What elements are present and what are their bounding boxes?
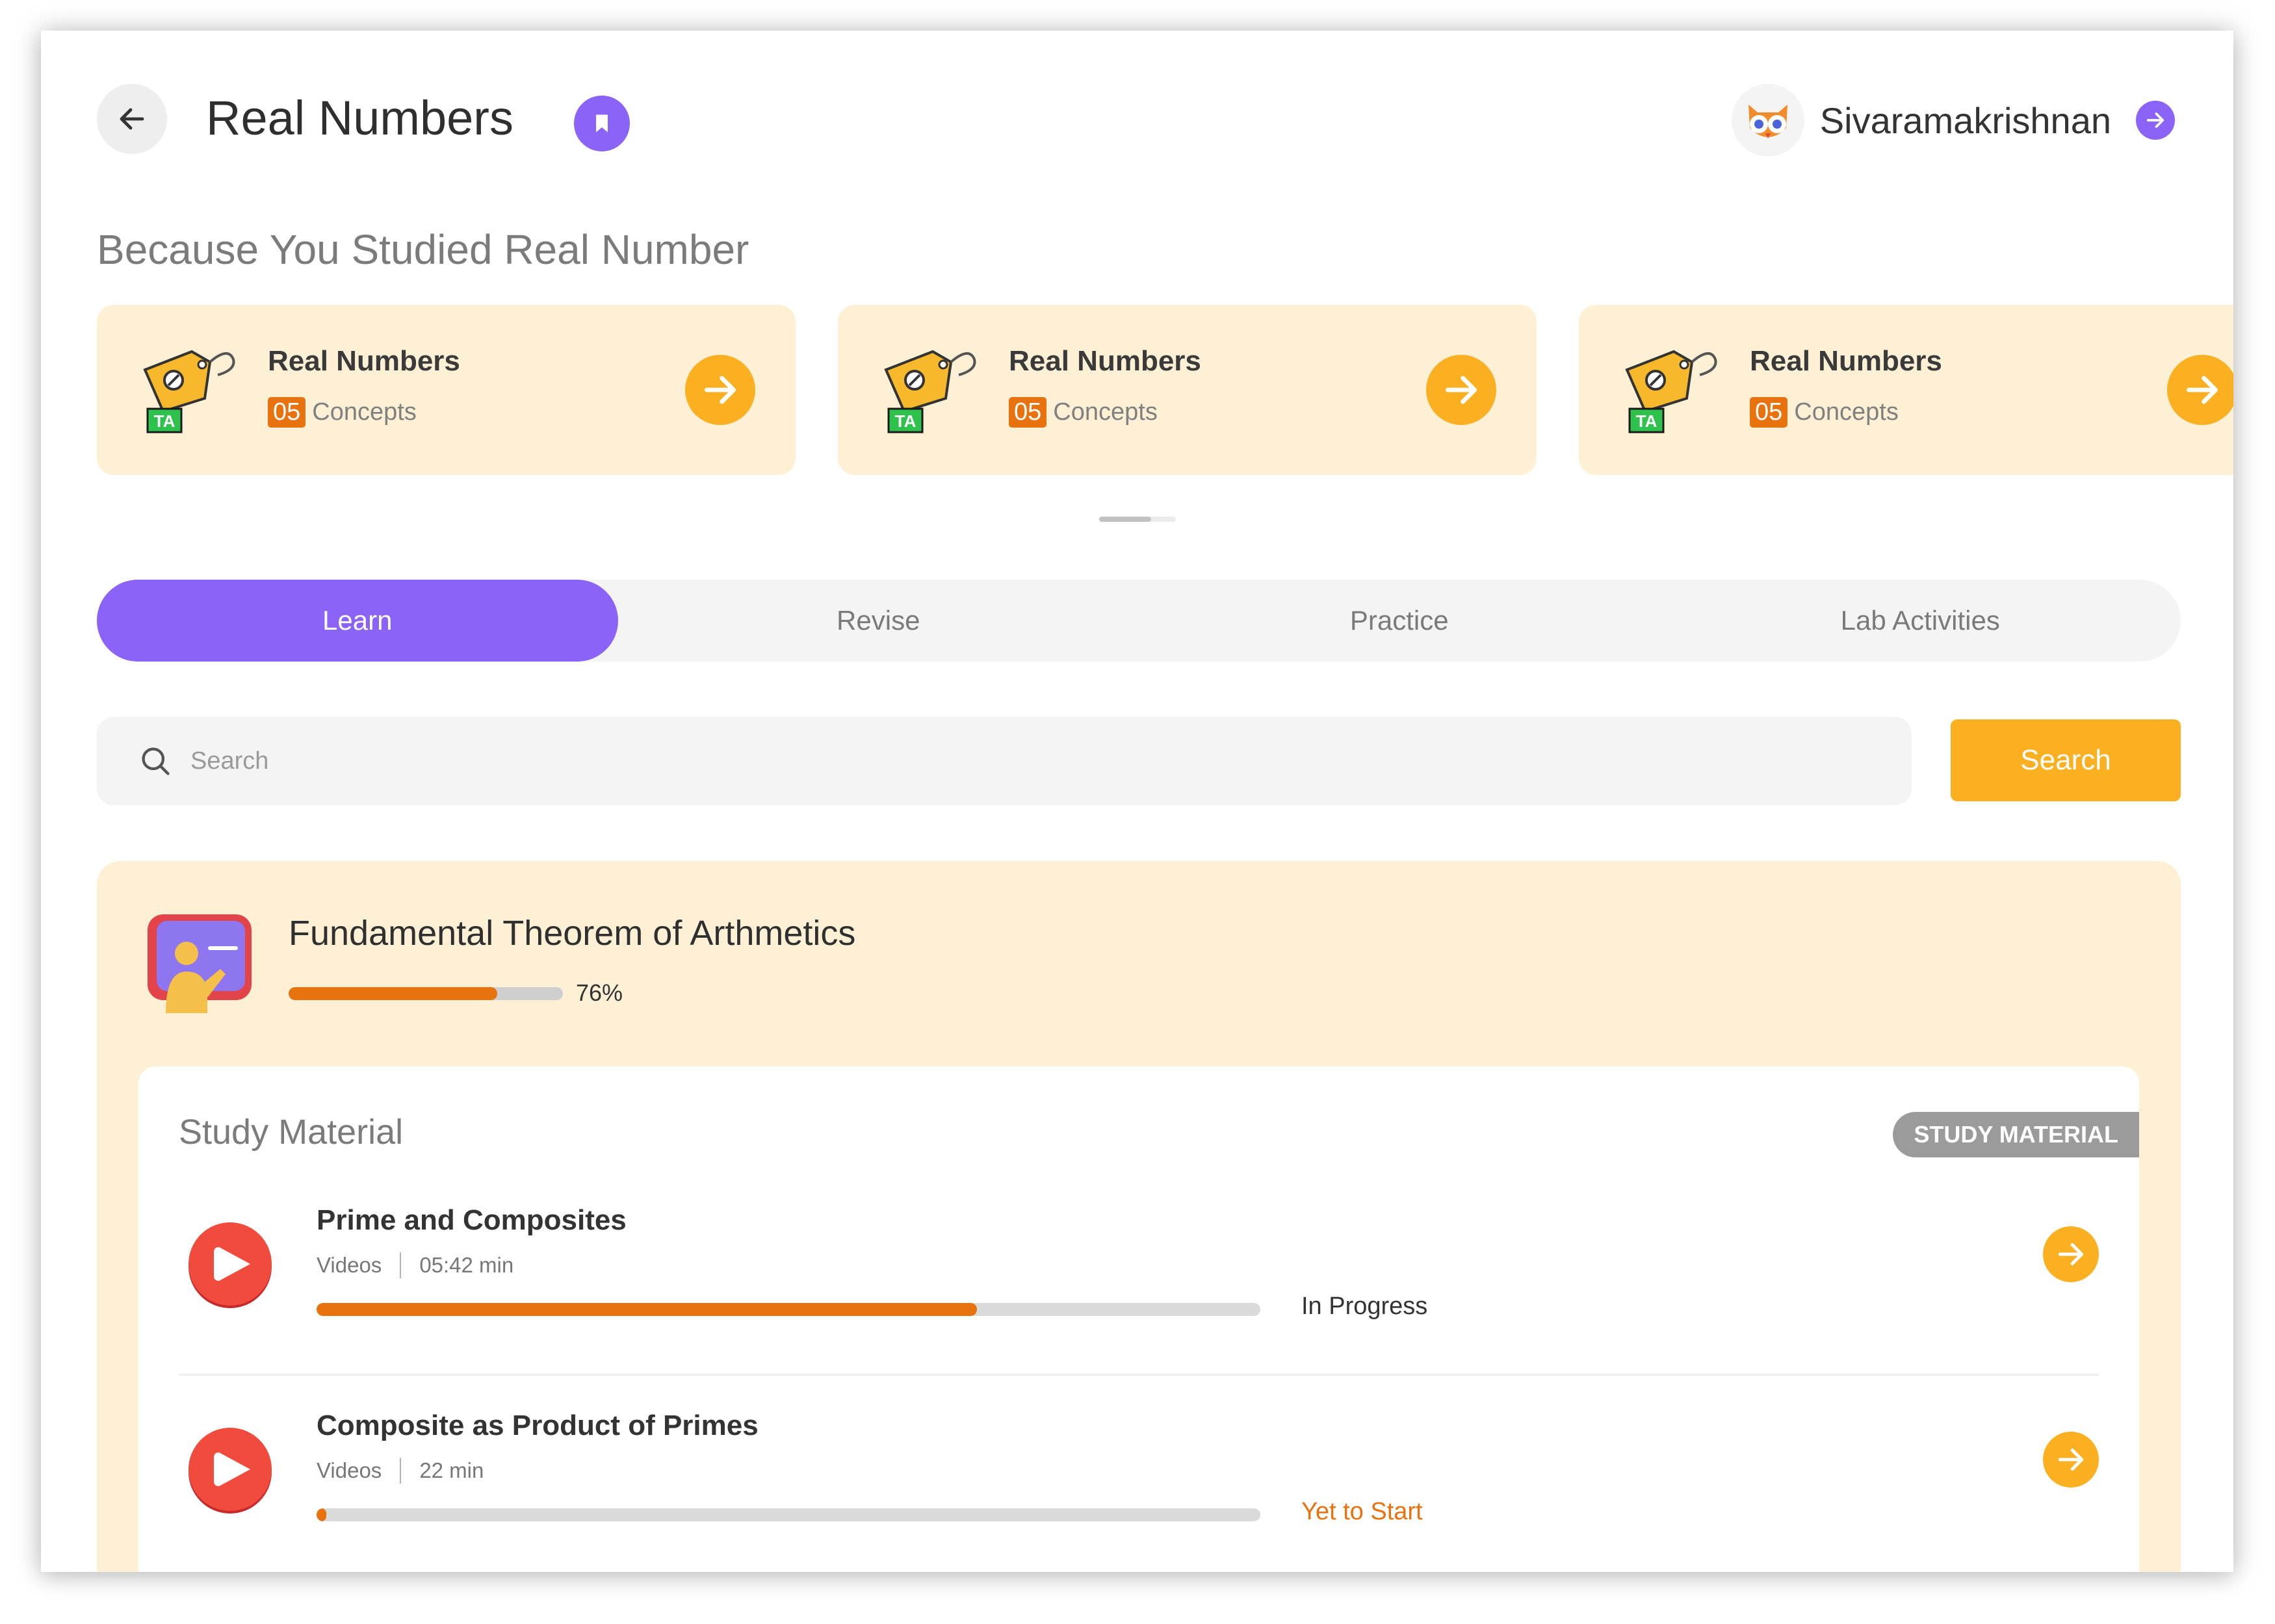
tag-label: TA bbox=[1636, 411, 1658, 431]
topic-progress-label: 76% bbox=[576, 979, 623, 1006]
meta-divider bbox=[400, 1252, 402, 1278]
price-tag-icon: TA bbox=[1625, 350, 1717, 433]
recommendation-carousel: TA Real Numbers 05 Concepts TA Real Numb… bbox=[97, 305, 2233, 475]
item-progress-bar bbox=[317, 1303, 1260, 1316]
item-duration: 05:42 min bbox=[419, 1253, 514, 1277]
tab-revise[interactable]: Revise bbox=[618, 580, 1139, 662]
page-title: Real Numbers bbox=[206, 91, 514, 145]
tag-label: TA bbox=[895, 411, 916, 431]
topic-progress-bar bbox=[289, 987, 563, 1000]
topic-title: Fundamental Theorem of Arthmetics bbox=[289, 914, 856, 953]
list-item[interactable]: Composite as Product of Primes Videos 22… bbox=[179, 1386, 2099, 1572]
item-type: Videos bbox=[317, 1253, 382, 1277]
card-meta: 05 Concepts bbox=[1750, 397, 1899, 428]
arrow-right-icon bbox=[2058, 1243, 2084, 1266]
item-open-button[interactable] bbox=[2043, 1432, 2099, 1488]
search-icon bbox=[142, 747, 170, 775]
item-progress-fill bbox=[317, 1508, 326, 1521]
item-title: Prime and Composites bbox=[317, 1204, 627, 1236]
item-type: Videos bbox=[317, 1458, 382, 1482]
play-icon bbox=[188, 1428, 272, 1514]
arrow-right-icon bbox=[2186, 376, 2218, 404]
study-material-title: Study Material bbox=[179, 1113, 404, 1152]
section-title: Because You Studied Real Number bbox=[97, 226, 749, 273]
item-open-button[interactable] bbox=[2043, 1226, 2099, 1282]
item-meta: Videos 22 min bbox=[317, 1458, 484, 1484]
profile-arrow-button[interactable] bbox=[2136, 101, 2175, 140]
owl-avatar-icon bbox=[1748, 105, 1788, 138]
item-status: In Progress bbox=[1301, 1293, 1428, 1320]
carousel-indicator[interactable] bbox=[1099, 517, 1176, 522]
teacher-board-icon bbox=[148, 914, 252, 1013]
tab-bar: Learn Revise Practice Lab Activities bbox=[97, 580, 2181, 662]
tab-practice[interactable]: Practice bbox=[1139, 580, 1660, 662]
bookmark-icon bbox=[596, 114, 608, 133]
recommendation-card[interactable]: TA Real Numbers 05 Concepts bbox=[838, 305, 1537, 475]
arrow-left-icon bbox=[120, 108, 144, 130]
item-progress-bar bbox=[317, 1508, 1260, 1521]
item-duration: 22 min bbox=[419, 1458, 484, 1482]
back-button[interactable] bbox=[97, 84, 167, 154]
card-title: Real Numbers bbox=[268, 345, 460, 377]
item-divider bbox=[179, 1374, 2099, 1376]
concept-count-badge: 05 bbox=[1750, 397, 1788, 428]
card-meta: 05 Concepts bbox=[1009, 397, 1158, 428]
study-material-panel: Study Material STUDY MATERIAL Prime and … bbox=[138, 1066, 2139, 1572]
concept-count-badge: 05 bbox=[1009, 397, 1047, 428]
card-open-button[interactable] bbox=[685, 355, 755, 425]
carousel-indicator-active bbox=[1099, 517, 1151, 522]
concept-label: Concepts bbox=[1053, 398, 1158, 426]
tab-lab-activities[interactable]: Lab Activities bbox=[1660, 580, 2181, 662]
user-name: Sivaramakrishnan bbox=[1819, 99, 2111, 141]
arrow-right-icon bbox=[1445, 376, 1477, 404]
arrow-right-icon bbox=[704, 376, 736, 404]
arrow-right-icon bbox=[2058, 1448, 2084, 1471]
recommendation-card[interactable]: TA Real Numbers 05 Concepts bbox=[97, 305, 796, 475]
recommendation-card[interactable]: TA Real Numbers 05 Concepts bbox=[1579, 305, 2233, 475]
concept-label: Concepts bbox=[312, 398, 417, 426]
app-window: Real Numbers Sivaramakrishnan Because Yo… bbox=[41, 31, 2233, 1572]
card-title: Real Numbers bbox=[1750, 345, 1942, 377]
concept-label: Concepts bbox=[1794, 398, 1899, 426]
play-icon bbox=[188, 1222, 272, 1308]
user-profile[interactable]: Sivaramakrishnan bbox=[1731, 84, 2175, 157]
topic-panel: Fundamental Theorem of Arthmetics 76% St… bbox=[97, 861, 2181, 1572]
item-meta: Videos 05:42 min bbox=[317, 1252, 514, 1278]
card-open-button[interactable] bbox=[2167, 355, 2233, 425]
study-material-tag: STUDY MATERIAL bbox=[1893, 1112, 2139, 1157]
search-button[interactable]: Search bbox=[1951, 719, 2181, 801]
list-item[interactable]: Prime and Composites Videos 05:42 min In… bbox=[179, 1181, 2099, 1376]
tag-label: TA bbox=[154, 411, 176, 431]
item-title: Composite as Product of Primes bbox=[317, 1410, 759, 1441]
card-meta: 05 Concepts bbox=[268, 397, 417, 428]
tab-learn[interactable]: Learn bbox=[97, 580, 618, 662]
item-progress-fill bbox=[317, 1303, 978, 1316]
topic-progress-fill bbox=[289, 987, 497, 1000]
card-title: Real Numbers bbox=[1009, 345, 1201, 377]
price-tag-icon: TA bbox=[143, 350, 235, 433]
price-tag-icon: TA bbox=[884, 350, 976, 433]
arrow-right-icon bbox=[2146, 112, 2164, 128]
bookmark-button[interactable] bbox=[574, 96, 630, 151]
search-box bbox=[97, 717, 1912, 805]
item-status: Yet to Start bbox=[1301, 1498, 1423, 1525]
concept-count-badge: 05 bbox=[268, 397, 306, 428]
card-open-button[interactable] bbox=[1426, 355, 1496, 425]
meta-divider bbox=[400, 1458, 402, 1484]
search-input[interactable] bbox=[190, 747, 1815, 775]
avatar bbox=[1731, 84, 1804, 157]
